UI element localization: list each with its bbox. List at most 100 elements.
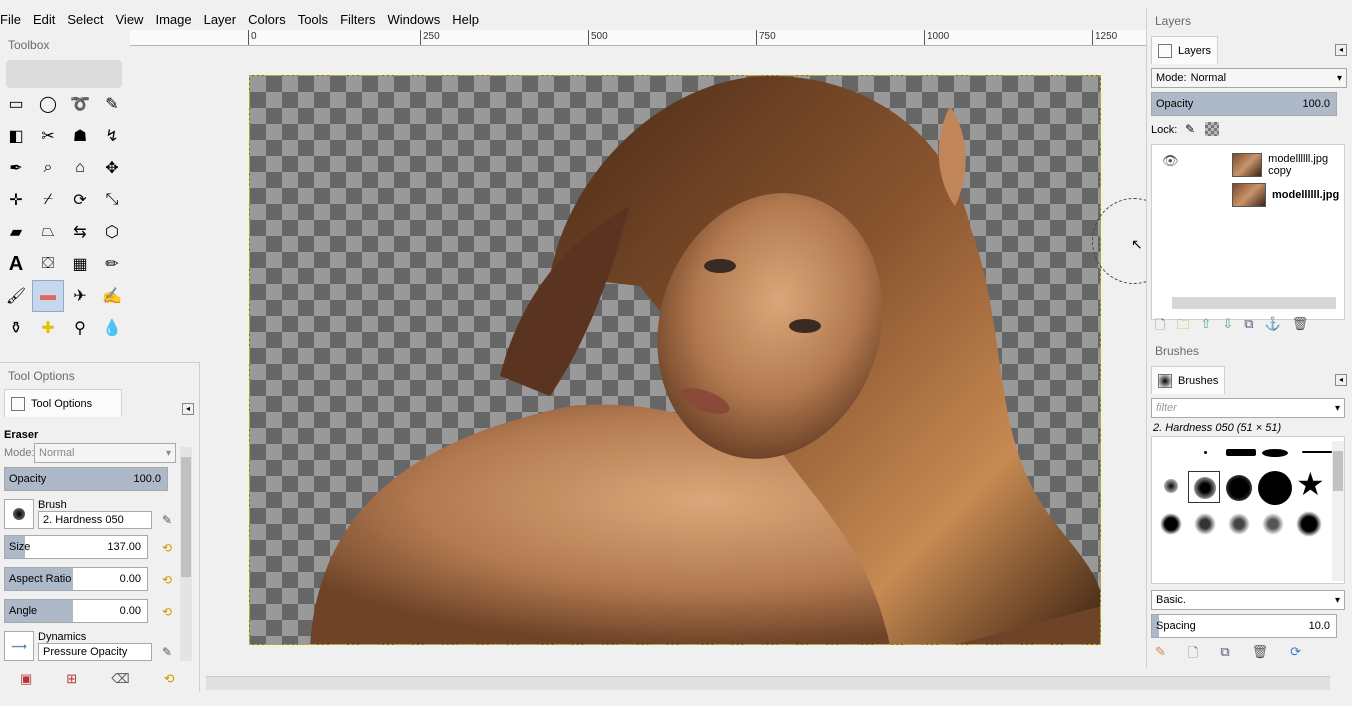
tab-tool-options[interactable]: Tool Options [4, 389, 122, 417]
rect-select-icon[interactable]: ▭ [0, 88, 32, 120]
reset-options-icon[interactable]: ⟲ [164, 671, 175, 687]
shear-icon[interactable]: ▰ [0, 216, 32, 248]
menu-filters[interactable]: Filters [340, 12, 381, 27]
perspective-icon[interactable]: ⏢ [32, 216, 64, 248]
menu-file[interactable]: File [0, 12, 27, 27]
tool-options-scrollbar[interactable] [180, 447, 192, 661]
raise-layer-icon[interactable]: ⇧ [1200, 316, 1211, 338]
delete-options-icon[interactable]: ⌫ [111, 671, 129, 687]
menu-view[interactable]: View [116, 12, 150, 27]
airbrush-icon[interactable]: ✈ [64, 280, 96, 312]
fuzzy-select-icon[interactable]: ✎ [96, 88, 128, 120]
brush-item[interactable] [1226, 475, 1252, 501]
wilber-drop-area[interactable] [6, 60, 122, 88]
image-canvas[interactable] [249, 75, 1101, 645]
angle-slider[interactable]: Angle 0.00 [4, 599, 148, 623]
scissors-icon[interactable]: ✂ [32, 120, 64, 152]
aspect-ratio-slider[interactable]: Aspect Ratio 0.00 [4, 567, 148, 591]
brush-item[interactable] [1226, 449, 1256, 456]
paths-icon[interactable]: ↯ [96, 120, 128, 152]
layers-horizontal-scrollbar[interactable] [1172, 297, 1336, 309]
rotate-icon[interactable]: ⟳ [64, 184, 96, 216]
blur-icon[interactable]: 💧 [96, 312, 128, 344]
lock-pixels-icon[interactable]: ✎ [1185, 122, 1195, 136]
measure-icon[interactable]: ⌂ [64, 152, 96, 184]
menu-tools[interactable]: Tools [298, 12, 334, 27]
reset-aspect-icon[interactable]: ⟲ [160, 573, 174, 587]
duplicate-brush-icon[interactable]: ⧉ [1220, 644, 1229, 666]
scrollbar-thumb[interactable] [1333, 451, 1343, 491]
edit-dynamics-icon[interactable]: ✎ [160, 645, 174, 659]
zoom-icon[interactable]: ⌕ [32, 152, 64, 184]
refresh-brushes-icon[interactable]: ⟳ [1290, 644, 1301, 666]
visibility-eye-icon[interactable]: 👁 [1162, 153, 1179, 169]
brush-item[interactable] [1228, 513, 1250, 535]
dynamics-preview[interactable]: ⟿ [4, 631, 34, 661]
ink-icon[interactable]: ✍ [96, 280, 128, 312]
brush-grid[interactable]: ★ [1151, 436, 1345, 584]
paintbrush-icon[interactable]: 🖌 [0, 280, 32, 312]
layer-opacity-slider[interactable]: Opacity 100.0 [1151, 92, 1337, 116]
mode-select[interactable]: Normal ▾ [34, 443, 176, 463]
dynamics-field[interactable]: Pressure Opacity [38, 643, 152, 661]
brush-item[interactable] [1164, 479, 1178, 493]
perspective-clone-icon[interactable]: ⚲ [64, 312, 96, 344]
reset-size-icon[interactable]: ⟲ [160, 541, 174, 555]
tool-options-menu-button[interactable]: ◂ [182, 403, 194, 415]
brush-item[interactable] [1194, 513, 1216, 535]
text-icon[interactable]: A [0, 248, 32, 280]
menu-edit[interactable]: Edit [33, 12, 61, 27]
crop-icon[interactable]: ⌿ [32, 184, 64, 216]
menu-colors[interactable]: Colors [248, 12, 292, 27]
menu-windows[interactable]: Windows [387, 12, 446, 27]
size-slider[interactable]: Size 137.00 [4, 535, 148, 559]
color-picker-icon[interactable]: ✒ [0, 152, 32, 184]
pencil-icon[interactable]: ✏ [96, 248, 128, 280]
eraser-icon[interactable]: ▬ [32, 280, 64, 312]
ellipse-select-icon[interactable]: ◯ [32, 88, 64, 120]
brush-item[interactable] [1262, 513, 1284, 535]
delete-brush-icon[interactable]: 🗑 [1252, 644, 1269, 666]
anchor-layer-icon[interactable]: ⚓ [1265, 316, 1281, 338]
clone-icon[interactable]: ⚱ [0, 312, 32, 344]
brushes-menu-button[interactable]: ◂ [1335, 374, 1347, 386]
delete-layer-icon[interactable]: 🗑 [1292, 316, 1309, 338]
brush-item-selected[interactable] [1188, 471, 1220, 503]
flip-icon[interactable]: ⇆ [64, 216, 96, 248]
bucket-fill-icon[interactable]: ⛋ [32, 248, 64, 280]
cage-icon[interactable]: ⬡ [96, 216, 128, 248]
edit-brush-icon[interactable]: ✎ [1155, 644, 1166, 666]
menu-select[interactable]: Select [67, 12, 109, 27]
edit-brush-icon[interactable]: ✎ [160, 513, 174, 527]
free-select-icon[interactable]: ➰ [64, 88, 96, 120]
scrollbar-thumb[interactable] [181, 457, 191, 577]
brush-field[interactable]: 2. Hardness 050 [38, 511, 152, 529]
brush-filter-input[interactable]: filter ▾ [1151, 398, 1345, 418]
align-icon[interactable]: ✛ [0, 184, 32, 216]
layer-mode-select[interactable]: Mode: Normal ▾ [1151, 68, 1347, 88]
new-brush-icon[interactable]: 🗋 [1188, 644, 1198, 666]
lock-alpha-icon[interactable] [1205, 122, 1219, 136]
menu-help[interactable]: Help [452, 12, 485, 27]
tab-brushes[interactable]: Brushes [1151, 366, 1226, 394]
layer-item[interactable]: modellllll.jpg copy [1232, 151, 1344, 179]
duplicate-layer-icon[interactable]: ⧉ [1244, 316, 1253, 338]
blend-icon[interactable]: ▦ [64, 248, 96, 280]
color-select-icon[interactable]: ◧ [0, 120, 32, 152]
new-layer-icon[interactable]: 🗋 [1155, 316, 1165, 338]
layer-item[interactable]: modellllll.jpg [1232, 181, 1339, 209]
brush-item[interactable] [1302, 451, 1332, 453]
save-options-icon[interactable]: ▣ [20, 671, 32, 687]
brush-item[interactable] [1160, 513, 1182, 535]
layers-menu-button[interactable]: ◂ [1335, 44, 1347, 56]
menu-image[interactable]: Image [155, 12, 197, 27]
lower-layer-icon[interactable]: ⇩ [1222, 316, 1233, 338]
scale-icon[interactable]: ⤡ [96, 184, 128, 216]
opacity-slider[interactable]: Opacity 100.0 [4, 467, 168, 491]
heal-icon[interactable]: ✚ [32, 312, 64, 344]
brush-item[interactable] [1258, 471, 1292, 505]
move-icon[interactable]: ✥ [96, 152, 128, 184]
star-brush-icon[interactable]: ★ [1296, 467, 1325, 501]
brush-item[interactable] [1262, 449, 1288, 457]
restore-options-icon[interactable]: ⊞ [66, 671, 77, 687]
